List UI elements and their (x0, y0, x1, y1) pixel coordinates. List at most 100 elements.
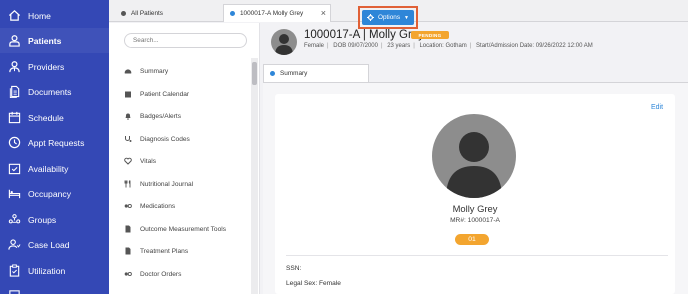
calendar-icon (7, 111, 21, 125)
menu-item-nutritional-journal[interactable]: Nutritional Journal (124, 177, 193, 191)
nav-item-availability[interactable]: Availability (0, 156, 109, 181)
ssn-field: SSN: (286, 265, 302, 272)
document-icon (124, 247, 132, 255)
menu-item-outcome-measurement-tools[interactable]: Outcome Measurement Tools (124, 222, 226, 236)
nav-label: Groups (28, 214, 57, 225)
nav-label: Availability (28, 163, 69, 174)
patient-photo (432, 114, 516, 198)
menu-item-doctor-orders[interactable]: Doctor Orders (124, 267, 181, 281)
nav-label: Home (28, 10, 51, 21)
chevron-down-icon: ▼ (404, 14, 409, 21)
patient-age: 23 years (387, 43, 411, 49)
groups-icon (7, 213, 21, 227)
patient-badge: 01 (455, 234, 489, 245)
utensils-icon (124, 180, 132, 188)
gear-icon (367, 14, 374, 21)
patient-title: 1000017-A | Molly Grey (304, 29, 424, 41)
clipboard-icon (7, 264, 21, 278)
nav-item-occupancy[interactable]: Occupancy (0, 181, 109, 206)
nav-item-providers[interactable]: Providers (0, 54, 109, 79)
nav-label: Occupancy (28, 188, 71, 199)
avatar (271, 29, 297, 55)
search-input[interactable] (124, 33, 247, 48)
pills-icon (124, 270, 132, 278)
tab-summary[interactable]: Summary (263, 64, 369, 82)
nav-item-more[interactable] (0, 283, 109, 294)
pills-icon (124, 202, 132, 210)
tab-dot-icon (270, 71, 275, 76)
nav-label: Case Load (28, 239, 70, 250)
menu-item-treatment-plans[interactable]: Treatment Plans (124, 244, 188, 258)
menu-item-label: Badges/Alerts (140, 112, 182, 120)
options-label: Options (378, 14, 401, 21)
nav-label: Utilization (28, 265, 66, 276)
patient-location: Location: Gotham (419, 43, 467, 49)
menu-item-label: Nutritional Journal (140, 180, 194, 188)
menu-item-label: Patient Calendar (140, 90, 190, 98)
documents-icon (7, 85, 21, 99)
nav-item-schedule[interactable]: Schedule (0, 105, 109, 130)
patient-dob: DOB 09/07/2000 (333, 43, 378, 49)
nav-item-utilization[interactable]: Utilization (0, 258, 109, 283)
main-nav: Home Patients Providers Documents Schedu… (0, 0, 109, 294)
bell-icon (124, 112, 132, 120)
tab-label: 1000017-A Molly Grey (240, 10, 304, 17)
nav-label: Patients (28, 35, 62, 46)
menu-item-label: Medications (140, 202, 176, 210)
menu-scrollbar-thumb[interactable] (252, 62, 257, 85)
menu-item-patient-calendar[interactable]: Patient Calendar (124, 87, 189, 101)
nav-label: Documents (28, 86, 72, 97)
menu-item-label: Treatment Plans (140, 247, 189, 255)
close-icon[interactable]: × (321, 8, 326, 18)
patient-meta: Female | DOB 09/07/2000 | 23 years | Locati… (304, 43, 593, 49)
stethoscope-icon (124, 135, 132, 143)
patient-sex: Female (304, 43, 325, 49)
nav-item-case-load[interactable]: Case Load (0, 232, 109, 257)
document-icon (124, 225, 132, 233)
menu-item-label: Outcome Measurement Tools (140, 225, 227, 233)
patient-menu: Summary Patient Calendar Badges/Alerts D… (109, 23, 260, 294)
nav-label: Schedule (28, 112, 64, 123)
dashboard-icon (124, 67, 132, 75)
providers-icon (7, 60, 21, 74)
edit-link[interactable]: Edit (651, 104, 663, 111)
tab-label: Summary (280, 70, 308, 77)
menu-item-badges-alerts[interactable]: Badges/Alerts (124, 109, 181, 123)
divider (286, 255, 668, 256)
menu-item-medications[interactable]: Medications (124, 199, 175, 213)
medical-record-number: MR#: 1000017-A (450, 217, 500, 224)
legal-sex-field: Legal Sex: Female (286, 280, 341, 287)
options-button[interactable]: Options ▼ (362, 10, 414, 25)
nav-label: Providers (28, 61, 65, 72)
availability-icon (7, 162, 21, 176)
patient-header: 1000017-A | Molly Grey PENDING Female | D… (263, 23, 688, 63)
tab-label: All Patients (131, 9, 163, 17)
patient-name: Molly Grey (452, 203, 498, 214)
menu-item-vitals[interactable]: Vitals (124, 154, 156, 168)
menu-item-diagnosis-codes[interactable]: Diagnosis Codes (124, 132, 190, 146)
tab-patient[interactable]: 1000017-A Molly Grey × (223, 4, 331, 22)
menu-item-label: Vitals (140, 157, 157, 165)
menu-item-label: Doctor Orders (140, 270, 182, 278)
caseload-icon (7, 238, 21, 252)
nav-item-patients[interactable]: Patients (0, 28, 109, 53)
nav-item-home[interactable]: Home (0, 3, 109, 28)
tab-dot-icon (230, 11, 235, 16)
clock-icon (7, 136, 21, 150)
calendar-icon (124, 90, 132, 98)
status-badge: PENDING (411, 31, 449, 39)
menu-item-summary[interactable]: Summary (124, 64, 168, 78)
more-icon (7, 289, 21, 294)
bed-icon (7, 187, 21, 201)
menu-item-label: Diagnosis Codes (140, 135, 190, 143)
tab-dot-icon (121, 10, 126, 16)
tab-all-patients[interactable]: All Patients (115, 4, 225, 22)
menu-item-label: Summary (140, 67, 169, 75)
menu-scrollbar[interactable] (251, 58, 258, 294)
nav-item-documents[interactable]: Documents (0, 79, 109, 104)
nav-item-groups[interactable]: Groups (0, 207, 109, 232)
home-icon (7, 9, 21, 23)
patients-icon (7, 34, 21, 48)
nav-item-appt-requests[interactable]: Appt Requests (0, 130, 109, 155)
heartbeat-icon (124, 157, 132, 165)
